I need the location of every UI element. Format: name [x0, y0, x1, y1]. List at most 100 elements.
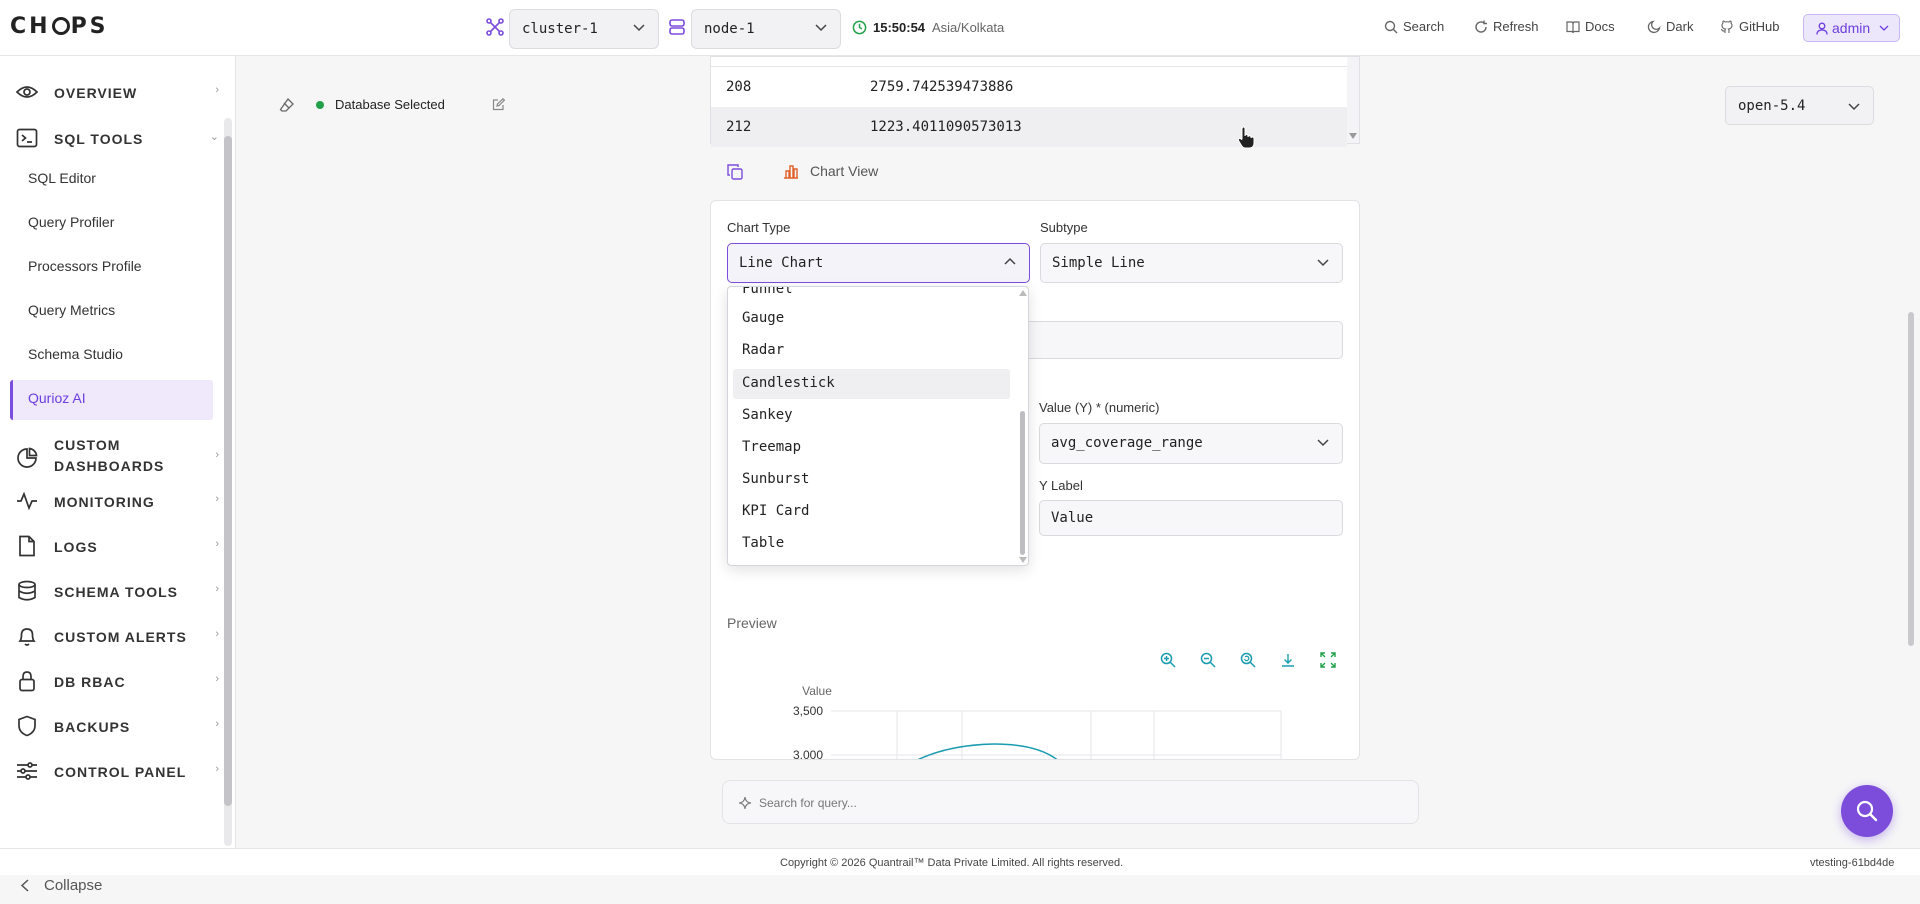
main-scrollbar-thumb[interactable] [1908, 312, 1914, 646]
table-scrollbar[interactable] [1347, 57, 1359, 143]
sidebar-item-label: SQL TOOLS [54, 131, 144, 147]
dark-mode-toggle[interactable]: Dark [1647, 19, 1693, 34]
clock-icon [852, 20, 867, 35]
dropdown-option-kpi-card[interactable]: KPI Card [742, 503, 809, 519]
dropdown-option-candlestick[interactable]: Candlestick [742, 375, 835, 391]
sidebar-item-db-rbac[interactable]: DB RBAC › [16, 666, 219, 696]
sidebar-item-label: DASHBOARDS [54, 458, 165, 474]
search-icon [1856, 800, 1878, 822]
sidebar-item-query-metrics[interactable]: Query Metrics [28, 302, 115, 318]
table-cell: 2759.742539473886 [870, 79, 1014, 95]
chevron-down-icon [1848, 103, 1860, 111]
file-icon [19, 535, 35, 557]
copy-icon[interactable] [727, 164, 743, 180]
github-link[interactable]: GitHub [1720, 19, 1779, 34]
sidebar-item-processors-profile[interactable]: Processors Profile [28, 258, 142, 274]
top-bar: CH PS cluster-1 node-1 15:50:54 Asia/Kolk… [0, 0, 1920, 56]
dropdown-option-radar[interactable]: Radar [742, 342, 784, 358]
node-select[interactable]: node-1 [691, 9, 841, 49]
subtype-select[interactable]: Simple Line [1040, 243, 1343, 283]
version-select[interactable]: open-5.4 [1725, 86, 1874, 125]
sidebar-item-sql-editor[interactable]: SQL Editor [28, 170, 96, 186]
value-y-select[interactable]: avg_coverage_range [1039, 423, 1343, 464]
chevron-up-icon [1004, 257, 1016, 265]
chevron-right-icon: › [215, 84, 220, 96]
shield-icon [18, 715, 36, 737]
timezone: Asia/Kolkata [932, 20, 1005, 35]
chart-type-select[interactable]: Line Chart [727, 243, 1030, 283]
moon-icon [1647, 20, 1661, 34]
refresh-link-label: Refresh [1493, 19, 1539, 34]
series-line [917, 743, 1058, 759]
version-select-value: open-5.4 [1738, 98, 1806, 114]
chevron-down-icon [633, 24, 645, 32]
query-search-placeholder: Search for query... [759, 796, 857, 810]
sliders-icon [17, 762, 37, 780]
search-link[interactable]: Search [1384, 19, 1444, 34]
search-icon [1384, 20, 1398, 34]
y-label-input[interactable]: Value [1039, 500, 1343, 536]
database-icon [18, 580, 36, 601]
fullscreen-icon[interactable] [1320, 652, 1336, 668]
download-icon[interactable] [1280, 652, 1296, 668]
scroll-down-arrow-icon[interactable] [1349, 133, 1357, 139]
github-link-label: GitHub [1739, 19, 1780, 34]
docs-link[interactable]: Docs [1566, 19, 1615, 34]
dropdown-scrollbar-thumb[interactable] [1020, 411, 1025, 555]
dropdown-option-sankey[interactable]: Sankey [742, 407, 793, 423]
chart-view-tab[interactable]: Chart View [810, 163, 878, 179]
y-tick-label: 3,000 [793, 748, 823, 760]
sidebar-item-label: OVERVIEW [54, 85, 138, 101]
sidebar-item-schema-tools[interactable]: SCHEMA TOOLS › [16, 576, 219, 606]
refresh-link[interactable]: Refresh [1474, 19, 1539, 34]
user-menu-button[interactable]: admin [1803, 14, 1900, 42]
sidebar-scrollbar[interactable] [224, 118, 232, 846]
sidebar-item-control-panel[interactable]: CONTROL PANEL › [16, 756, 219, 786]
dropdown-scrollbar[interactable] [1018, 287, 1028, 565]
app-logo[interactable]: CH PS [10, 14, 109, 39]
chevron-down-icon [1879, 25, 1889, 31]
build-version: vtesting-61bd4de [1810, 857, 1895, 869]
sidebar-item-logs[interactable]: LOGS › [16, 531, 219, 561]
dropdown-option-table[interactable]: Table [742, 535, 784, 551]
chevron-right-icon: › [215, 763, 220, 775]
zoom-out-icon[interactable] [1200, 652, 1216, 668]
sidebar-item-label: LOGS [54, 539, 98, 555]
sidebar-item-custom-alerts[interactable]: CUSTOM ALERTS › [16, 621, 219, 651]
dropdown-option-treemap[interactable]: Treemap [742, 439, 801, 455]
floating-search-button[interactable] [1841, 785, 1893, 837]
database-selected-label: Database Selected [335, 97, 445, 112]
sidebar-item-qurioz-ai[interactable]: Qurioz AI [28, 390, 86, 406]
sidebar-item-schema-studio[interactable]: Schema Studio [28, 346, 123, 362]
sidebar-item-overview[interactable]: OVERVIEW › [16, 77, 219, 107]
sidebar-item-sql-tools[interactable]: SQL TOOLS ⌄ [16, 123, 219, 153]
table-row[interactable]: 208 2759.742539473886 [711, 66, 1347, 106]
sidebar-item-custom-dashboards[interactable]: CUSTOM DASHBOARDS › [16, 435, 219, 479]
sidebar-item-label: CUSTOM [54, 437, 121, 453]
search-link-label: Search [1403, 19, 1445, 34]
chevron-down-icon [1317, 259, 1329, 267]
dropdown-option-funnel[interactable]: Funnel [742, 287, 793, 297]
scroll-up-arrow-icon[interactable] [1019, 290, 1027, 296]
subtype-value: Simple Line [1052, 255, 1145, 271]
sidebar-scrollbar-thumb[interactable] [224, 136, 232, 806]
cluster-select[interactable]: cluster-1 [509, 9, 659, 49]
bell-icon [18, 628, 36, 646]
scroll-down-arrow-icon[interactable] [1019, 557, 1027, 563]
hand-cursor-icon [1237, 126, 1255, 149]
dropdown-option-sunburst[interactable]: Sunburst [742, 471, 809, 487]
zoom-reset-icon[interactable] [1240, 652, 1256, 668]
eye-icon [16, 86, 38, 98]
edit-icon[interactable] [492, 98, 505, 111]
eraser-icon[interactable] [279, 97, 295, 113]
query-search-bar[interactable]: Search for query... [722, 780, 1419, 824]
chevron-down-icon [1317, 439, 1329, 447]
zoom-in-icon[interactable] [1160, 652, 1176, 668]
main-scrollbar[interactable] [1906, 56, 1918, 848]
dropdown-option-gauge[interactable]: Gauge [742, 310, 784, 326]
sidebar-item-backups[interactable]: BACKUPS › [16, 711, 219, 741]
sidebar-item-label: DB RBAC [54, 674, 126, 690]
sidebar-item-query-profiler[interactable]: Query Profiler [28, 214, 114, 230]
sidebar-item-monitoring[interactable]: MONITORING › [16, 486, 219, 516]
sidebar-item-label: SCHEMA TOOLS [54, 584, 179, 600]
